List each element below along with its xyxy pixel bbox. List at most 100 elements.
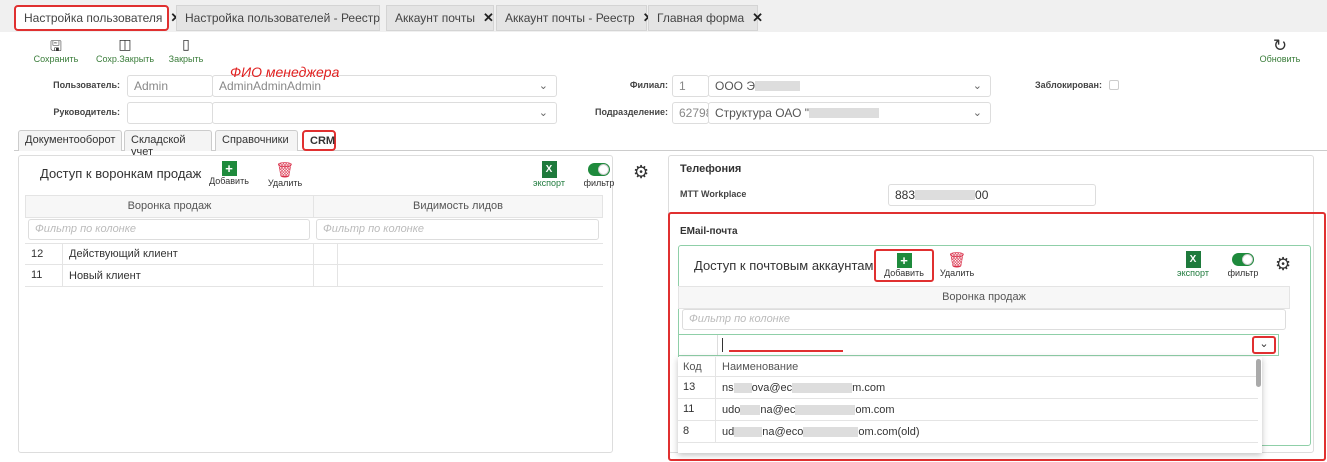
table-row[interactable]: 11 Новый клиент [25, 265, 603, 287]
chevron-down-icon[interactable]: ⌄ [973, 106, 982, 119]
row-name: Действующий клиент [69, 248, 178, 260]
manager-code-input[interactable] [127, 102, 213, 124]
user-label: Пользователь: [53, 80, 120, 90]
tab-references[interactable]: Справочники [215, 130, 298, 151]
branch-code-input[interactable]: 1 [672, 75, 709, 97]
tab-bar: Настройка пользователя✕ Настройка пользо… [0, 0, 1327, 32]
email-section-title: EMail-почта [680, 226, 738, 237]
chevron-down-icon[interactable]: ⌄ [973, 79, 982, 92]
row-visibility [313, 265, 338, 286]
manager-label: Руководитель: [53, 107, 120, 117]
manager-name-select[interactable]: ⌄ [212, 102, 557, 124]
export-button[interactable]: Xэкспорт [1174, 251, 1212, 278]
tab-label: Аккаунт почты - Реестр [505, 11, 635, 25]
column-header-visibility[interactable]: Видимость лидов [313, 195, 603, 218]
delete-funnel-button[interactable]: 🗑 Удалить [264, 161, 306, 188]
dropdown-option[interactable]: 13 ns ova@ec m.com [678, 377, 1258, 399]
user-code-input[interactable]: Admin [127, 75, 213, 97]
mtt-label: MTT Workplace [680, 189, 747, 199]
plus-icon: + [221, 161, 237, 176]
option-name: ns ova@ec m.com [716, 382, 885, 394]
close-icon[interactable]: ✕ [752, 10, 763, 26]
close-button[interactable]: ▯ Закрыть [168, 36, 204, 64]
delete-mail-account-button[interactable]: 🗑 Удалить [936, 251, 978, 278]
visibility-filter-input[interactable]: Фильтр по колонке [316, 219, 599, 240]
column-header-funnel[interactable]: Воронка продаж [678, 286, 1290, 309]
funnel-filter-input[interactable]: Фильтр по колонке [28, 219, 310, 240]
branch-label: Филиал: [629, 80, 668, 90]
save-close-label: Сохр.Закрыть [95, 54, 155, 64]
chevron-down-icon[interactable]: ⌄ [1252, 336, 1276, 354]
tab-user-settings[interactable]: Настройка пользователя✕ [14, 5, 181, 31]
delete-label: Удалить [267, 178, 303, 188]
excel-icon: X [541, 161, 557, 178]
chevron-down-icon[interactable]: ⌄ [539, 79, 548, 92]
table-row[interactable]: 12 Действующий клиент [25, 243, 603, 265]
save-label: Сохранить [33, 54, 79, 64]
tab-main-form[interactable]: Главная форма ✕ [648, 5, 763, 31]
chevron-down-icon[interactable]: ⌄ [539, 106, 548, 119]
mail-filter-input[interactable]: Фильтр по колонке [682, 309, 1286, 330]
filter-label: фильтр [1227, 268, 1259, 278]
option-name-part: ns [722, 381, 734, 394]
scrollbar[interactable] [1256, 359, 1261, 387]
branch-select[interactable]: ООО Э ⌄ [708, 75, 991, 97]
telephony-title: Телефония [680, 163, 742, 175]
add-label: Добавить [209, 176, 249, 186]
option-name-part: na@eco [762, 425, 804, 438]
plus-icon: + [896, 253, 912, 268]
tab-label: Главная форма [657, 11, 745, 25]
user-name-select[interactable]: AdminAdminAdmin ⌄ [212, 75, 557, 97]
blocked-label: Заблокирован: [1035, 80, 1102, 90]
delete-label: Удалить [939, 268, 975, 278]
export-button[interactable]: Xэкспорт [530, 161, 568, 188]
tab-mail-account[interactable]: Аккаунт почты ✕ [386, 5, 494, 31]
row-code: 12 [25, 244, 63, 264]
tab-label: Настройка пользователя [24, 11, 163, 25]
trash-icon: 🗑 [275, 162, 295, 179]
toggle-icon [588, 163, 610, 176]
dropdown-option[interactable]: 8 ud na@eco om.com(old) [678, 421, 1258, 443]
tab-label: Настройка пользователей - Реестр [185, 11, 380, 25]
mtt-input[interactable]: 883 00 [888, 184, 1096, 206]
mtt-value-start: 883 [895, 188, 916, 202]
funnels-title: Доступ к воронкам продаж [40, 166, 202, 181]
row-name: Новый клиент [69, 269, 141, 282]
add-mail-account-button[interactable]: + Добавить [874, 249, 934, 282]
option-name: ud na@eco om.com(old) [716, 426, 920, 438]
save-close-button[interactable]: ◫ Сохр.Закрыть [92, 36, 158, 64]
excel-icon: X [1185, 251, 1201, 268]
door-icon: ▯ [182, 36, 190, 52]
department-value: Структура ОАО " [715, 106, 810, 120]
user-name-value: AdminAdminAdmin [219, 79, 322, 93]
refresh-button[interactable]: ↻ Обновить [1255, 36, 1305, 64]
text-cursor [722, 338, 723, 352]
tab-document-flow[interactable]: Документооборот [18, 130, 122, 151]
column-header-funnel[interactable]: Воронка продаж [25, 195, 314, 218]
tab-mail-registry[interactable]: Аккаунт почты - Реестр✕ [496, 5, 654, 31]
department-select[interactable]: Структура ОАО " ⌄ [708, 102, 991, 124]
save-button[interactable]: 🖫 Сохранить [30, 36, 82, 64]
tab-crm[interactable]: CRM [302, 130, 336, 151]
filter-toggle[interactable]: фильтр [1224, 253, 1262, 278]
gear-icon[interactable]: ⚙ [633, 162, 649, 183]
option-name-part: ud [722, 425, 735, 438]
department-label: Подразделение: [595, 107, 668, 117]
toggle-icon [1232, 253, 1254, 266]
option-name-part: m.com [852, 381, 886, 394]
option-code: 13 [678, 377, 716, 398]
dropdown-option[interactable]: 11 udo na@ec om.com [678, 399, 1258, 421]
add-funnel-button[interactable]: + Добавить [206, 161, 252, 186]
gear-icon[interactable]: ⚙ [1275, 254, 1291, 275]
tab-users-registry[interactable]: Настройка пользователей - Реестр✕ [176, 5, 399, 31]
department-code-input[interactable]: 62798 [672, 102, 712, 124]
filter-label: фильтр [583, 178, 615, 188]
tab-warehouse[interactable]: Складской учет [124, 130, 212, 158]
refresh-icon: ↻ [1272, 36, 1288, 55]
edit-row-select[interactable]: ⌄ [678, 334, 1279, 356]
filter-toggle[interactable]: фильтр [580, 163, 618, 188]
blocked-checkbox[interactable] [1109, 80, 1119, 90]
close-icon[interactable]: ✕ [483, 10, 494, 26]
dropdown-header: Код Наименование [678, 357, 1258, 377]
option-name-part: na@ec [760, 403, 796, 416]
